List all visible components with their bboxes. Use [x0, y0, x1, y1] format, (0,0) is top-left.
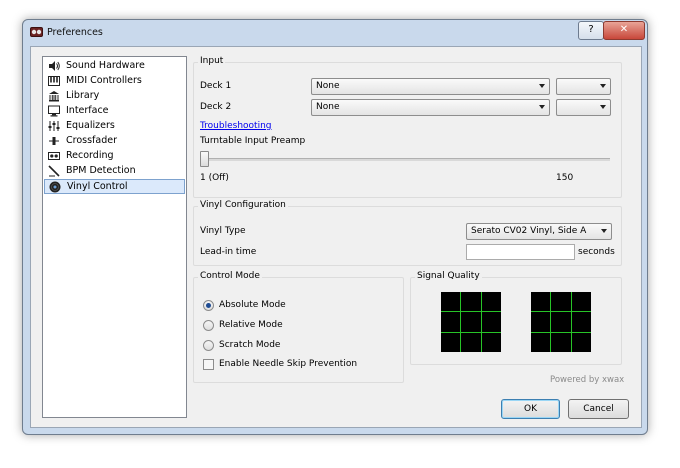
signal-quality-title: Signal Quality: [415, 271, 482, 281]
ok-button[interactable]: OK: [501, 399, 560, 419]
sidebar-item-interface[interactable]: Interface: [44, 104, 183, 118]
sidebar-item-label: Interface: [66, 105, 109, 116]
sidebar-item-equalizers[interactable]: Equalizers: [44, 119, 183, 133]
deck2-channel-select[interactable]: [556, 99, 611, 116]
input-group-title: Input: [198, 56, 226, 66]
sidebar-item-label: MIDI Controllers: [66, 75, 142, 86]
deck1-label: Deck 1: [200, 81, 232, 91]
title-bar[interactable]: Preferences ? ✕: [23, 20, 647, 46]
needle-skip-label[interactable]: Enable Needle Skip Prevention: [219, 359, 357, 369]
dialog-body: Sound Hardware MIDI Controllers Library …: [30, 46, 642, 428]
vinyl-configuration-group: Vinyl Configuration Vinyl Type Serato CV…: [193, 200, 622, 266]
vinyl-type-select[interactable]: Serato CV02 Vinyl, Side A: [466, 223, 612, 240]
signal-quality-scope-deck1: [441, 292, 501, 352]
leadin-time-input[interactable]: [466, 244, 575, 260]
absolute-mode-label[interactable]: Absolute Mode: [219, 300, 286, 310]
cancel-button[interactable]: Cancel: [568, 399, 629, 419]
powered-by-label: Powered by xwax: [550, 375, 625, 385]
bpm-detection-icon: [48, 165, 60, 177]
sidebar-item-label: Equalizers: [66, 120, 115, 131]
sidebar-item-label: BPM Detection: [66, 165, 136, 176]
deck2-label: Deck 2: [200, 102, 232, 112]
control-mode-group: Control Mode Absolute Mode Relative Mode…: [193, 271, 404, 383]
vinyl-icon: [49, 181, 61, 193]
library-icon: [49, 91, 59, 102]
sidebar-item-label: Library: [66, 90, 100, 101]
sidebar-item-label: Vinyl Control: [67, 181, 128, 192]
chevron-down-icon: [601, 229, 607, 233]
leadin-time-unit: seconds: [578, 247, 615, 257]
midi-keyboard-icon: [48, 76, 60, 86]
signal-quality-group: Signal Quality: [410, 271, 622, 365]
deck2-device-select[interactable]: None: [311, 99, 550, 116]
sidebar-item-label: Crossfader: [66, 135, 117, 146]
deck1-device-value: None: [316, 81, 340, 91]
sidebar-item-sound-hardware[interactable]: Sound Hardware: [44, 59, 183, 73]
preferences-window: Preferences ? ✕ Sound Hardware MIDI Cont…: [22, 19, 648, 435]
scratch-mode-label[interactable]: Scratch Mode: [219, 340, 280, 350]
sidebar-item-bpm-detection[interactable]: BPM Detection: [44, 164, 183, 178]
sidebar-item-vinyl-control[interactable]: Vinyl Control: [44, 179, 185, 194]
input-group: Input Deck 1 None Deck 2 None Troublesho…: [193, 56, 622, 198]
chevron-down-icon: [539, 84, 545, 88]
sidebar-item-library[interactable]: Library: [44, 89, 183, 103]
crossfader-icon: [49, 137, 59, 145]
relative-mode-radio[interactable]: [203, 320, 214, 331]
mixxx-app-icon: [30, 27, 43, 37]
relative-mode-label[interactable]: Relative Mode: [219, 320, 283, 330]
monitor-icon: [48, 105, 60, 117]
sidebar-item-recording[interactable]: Recording: [44, 149, 183, 163]
absolute-mode-radio[interactable]: [203, 300, 214, 311]
signal-quality-scope-deck2: [531, 292, 591, 352]
vinyl-configuration-title: Vinyl Configuration: [198, 200, 288, 210]
sidebar-item-label: Sound Hardware: [66, 60, 145, 71]
recording-icon: [48, 152, 60, 160]
sidebar-item-crossfader[interactable]: Crossfader: [44, 134, 183, 148]
chevron-down-icon: [600, 105, 606, 109]
equalizer-icon: [48, 121, 60, 131]
close-button[interactable]: ✕: [603, 21, 645, 40]
preamp-min-label: 1 (Off): [200, 173, 229, 183]
preamp-slider-handle[interactable]: [200, 151, 209, 167]
preamp-max-label: 150: [556, 173, 574, 183]
chevron-down-icon: [539, 105, 545, 109]
window-title: Preferences: [47, 27, 103, 38]
deck1-device-select[interactable]: None: [311, 78, 550, 95]
deck2-device-value: None: [316, 102, 340, 112]
preferences-sidebar: Sound Hardware MIDI Controllers Library …: [42, 56, 187, 418]
scratch-mode-radio[interactable]: [203, 340, 214, 351]
needle-skip-checkbox[interactable]: [203, 359, 214, 370]
vinyl-type-value: Serato CV02 Vinyl, Side A: [471, 226, 587, 236]
preamp-label: Turntable Input Preamp: [200, 136, 306, 146]
leadin-time-label: Lead-in time: [200, 247, 257, 257]
vinyl-type-label: Vinyl Type: [200, 226, 246, 236]
control-mode-title: Control Mode: [198, 271, 262, 281]
speaker-icon: [49, 61, 60, 71]
sidebar-item-midi-controllers[interactable]: MIDI Controllers: [44, 74, 183, 88]
chevron-down-icon: [600, 84, 606, 88]
deck1-channel-select[interactable]: [556, 78, 611, 95]
preamp-slider-track[interactable]: [200, 158, 610, 161]
troubleshooting-link[interactable]: Troubleshooting: [200, 121, 272, 131]
help-button[interactable]: ?: [578, 21, 604, 40]
sidebar-item-label: Recording: [66, 150, 114, 161]
